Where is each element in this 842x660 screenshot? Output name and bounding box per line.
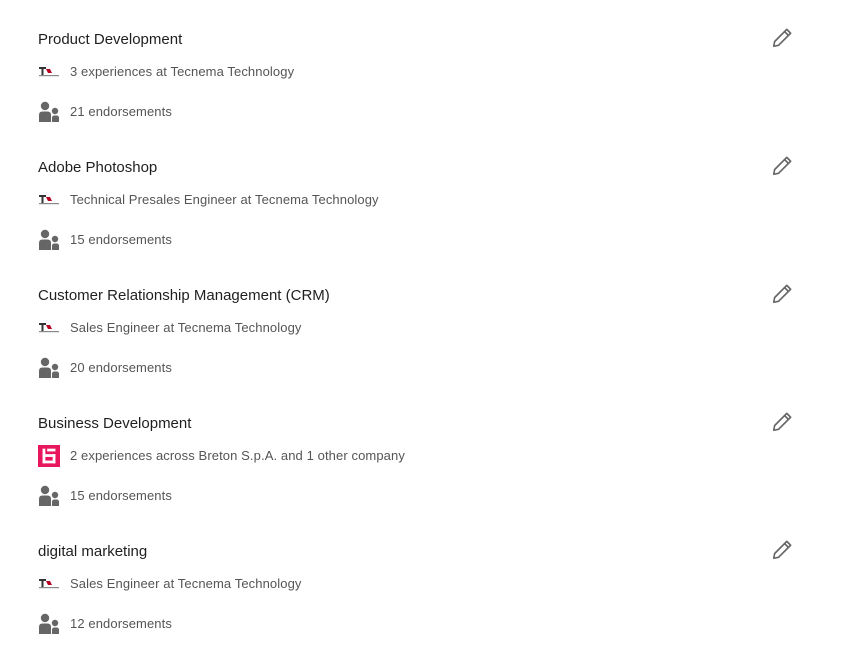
pencil-icon (772, 540, 792, 560)
edit-skill-button[interactable] (768, 536, 796, 564)
skill-endorsements[interactable]: 21 endorsements (38, 100, 172, 124)
skill-endorsements[interactable]: 12 endorsements (38, 612, 172, 636)
skill-context-text[interactable]: Sales Engineer at Tecnema Technology (70, 575, 302, 593)
tecnema-logo (38, 61, 60, 83)
skill-context: 3 experiences at Tecnema Technology (38, 61, 294, 83)
skill-name[interactable]: digital marketing (38, 542, 147, 562)
skill-context: Technical Presales Engineer at Tecnema T… (38, 189, 379, 211)
skill-name[interactable]: Business Development (38, 414, 191, 434)
pencil-icon (772, 156, 792, 176)
endorsements-count[interactable]: 15 endorsements (70, 231, 172, 249)
skill-context: Sales Engineer at Tecnema Technology (38, 573, 302, 595)
tecnema-logo (38, 189, 60, 211)
skill-context-text[interactable]: Sales Engineer at Tecnema Technology (70, 319, 302, 337)
tecnema-logo (38, 317, 60, 339)
breton-logo (38, 445, 60, 467)
edit-skill-button[interactable] (768, 24, 796, 52)
skill-item: Business Development 2 experiences acros… (0, 394, 842, 522)
skill-context-text[interactable]: 2 experiences across Breton S.p.A. and 1… (70, 447, 405, 465)
tecnema-logo (38, 573, 60, 595)
endorsements-count[interactable]: 15 endorsements (70, 487, 172, 505)
skill-context-text[interactable]: 3 experiences at Tecnema Technology (70, 63, 294, 81)
people-icon (38, 228, 60, 252)
skill-context: 2 experiences across Breton S.p.A. and 1… (38, 445, 405, 467)
skill-context-text[interactable]: Technical Presales Engineer at Tecnema T… (70, 191, 379, 209)
endorsements-count[interactable]: 12 endorsements (70, 615, 172, 633)
skill-context: Sales Engineer at Tecnema Technology (38, 317, 302, 339)
skill-endorsements[interactable]: 20 endorsements (38, 356, 172, 380)
skill-item: digital marketing Sales Engineer at Tecn… (0, 522, 842, 650)
pencil-icon (772, 284, 792, 304)
skill-item: Customer Relationship Management (CRM) S… (0, 266, 842, 394)
people-icon (38, 612, 60, 636)
skill-endorsements[interactable]: 15 endorsements (38, 228, 172, 252)
pencil-icon (772, 28, 792, 48)
people-icon (38, 100, 60, 124)
endorsements-count[interactable]: 20 endorsements (70, 359, 172, 377)
people-icon (38, 484, 60, 508)
skill-name[interactable]: Product Development (38, 30, 182, 50)
edit-skill-button[interactable] (768, 280, 796, 308)
skill-endorsements[interactable]: 15 endorsements (38, 484, 172, 508)
endorsements-count[interactable]: 21 endorsements (70, 103, 172, 121)
skill-item: Product Development 3 experiences at Tec… (0, 10, 842, 138)
edit-skill-button[interactable] (768, 152, 796, 180)
pencil-icon (772, 412, 792, 432)
people-icon (38, 356, 60, 380)
edit-skill-button[interactable] (768, 408, 796, 436)
skill-name[interactable]: Adobe Photoshop (38, 158, 157, 178)
skill-item: Adobe Photoshop Technical Presales Engin… (0, 138, 842, 266)
skill-name[interactable]: Customer Relationship Management (CRM) (38, 286, 330, 306)
